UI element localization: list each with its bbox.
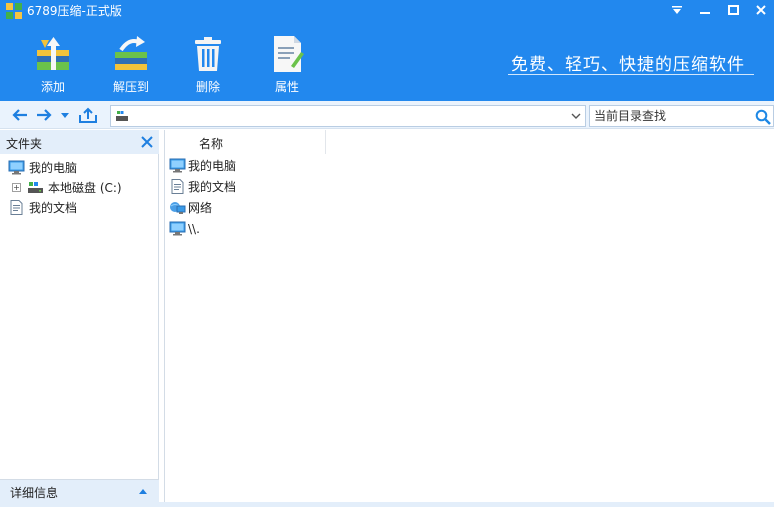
extract-to-button[interactable]: 解压到 (101, 34, 161, 96)
document-icon (171, 179, 184, 194)
search-box (589, 105, 774, 127)
maximize-icon (727, 5, 739, 15)
archive-extract-icon (115, 36, 147, 70)
address-toolbar (0, 101, 774, 129)
extract-to-label: 解压到 (112, 80, 149, 94)
up-folder-button[interactable] (78, 105, 98, 125)
status-strip (0, 502, 774, 507)
archive-add-icon (37, 37, 69, 70)
network-icon (170, 202, 186, 214)
column-name-label: 名称 (199, 137, 224, 151)
menu-dropdown-button[interactable] (663, 0, 691, 20)
trash-icon (195, 37, 221, 71)
tree-item-local-disk[interactable]: + 本地磁盘 (C:) (12, 178, 122, 196)
close-icon[interactable] (140, 135, 154, 149)
chevron-down-icon[interactable] (570, 110, 582, 122)
arrow-right-icon (37, 109, 52, 121)
properties-label: 属性 (274, 80, 299, 94)
properties-button[interactable]: 属性 (257, 34, 317, 96)
maximize-button[interactable] (719, 0, 747, 20)
tree-item-my-computer[interactable]: 我的电脑 (8, 158, 77, 176)
close-icon (756, 5, 766, 15)
list-item[interactable]: 我的文档 (169, 177, 369, 196)
list-item[interactable]: \\. (169, 219, 369, 238)
history-dropdown-button[interactable] (57, 105, 73, 125)
back-button[interactable] (10, 105, 30, 125)
drive-icon (28, 181, 43, 193)
folder-panel-title: 文件夹 (6, 137, 43, 151)
computer-icon (169, 221, 186, 236)
details-panel-bar[interactable]: 详细信息 (0, 479, 159, 502)
list-item[interactable]: 网络 (169, 198, 369, 217)
file-list: 名称 我的电脑 我的文档 网络 \\. (164, 130, 774, 502)
tree-item-label: 我的电脑 (29, 160, 78, 175)
computer-icon (169, 158, 186, 173)
delete-label: 删除 (195, 80, 220, 94)
forward-button[interactable] (34, 105, 54, 125)
computer-icon (8, 160, 25, 174)
document-icon (10, 199, 23, 215)
minimize-button[interactable] (691, 0, 719, 20)
app-logo-icon (6, 3, 22, 19)
add-button[interactable]: 添加 (23, 34, 83, 96)
folder-up-icon (79, 107, 97, 123)
search-icon[interactable] (755, 109, 771, 125)
close-button[interactable] (747, 0, 774, 20)
dropdown-icon (672, 6, 682, 14)
window-title: 6789压缩-正式版 (27, 4, 122, 18)
slogan-text: 免费、轻巧、快捷的压缩软件 (511, 55, 745, 75)
column-header-name[interactable]: 名称 (165, 130, 326, 154)
arrow-left-icon (12, 109, 27, 121)
list-item[interactable]: 我的电脑 (169, 156, 369, 175)
drive-icon (116, 111, 128, 121)
minimize-icon (700, 12, 710, 14)
search-input[interactable] (594, 108, 749, 124)
chevron-up-icon[interactable] (138, 487, 148, 495)
slogan-underline (508, 74, 754, 75)
tree-item-label: 我的文档 (29, 200, 78, 215)
list-item-label: 网络 (188, 201, 213, 215)
list-item-label: \\. (188, 221, 200, 236)
delete-button[interactable]: 删除 (178, 34, 238, 96)
expand-toggle[interactable]: + (12, 182, 21, 192)
chevron-down-icon (61, 113, 69, 118)
folder-panel-header: 文件夹 (0, 130, 159, 154)
tree-item-label: 本地磁盘 (C:) (48, 180, 122, 195)
address-field[interactable] (110, 105, 586, 127)
add-label: 添加 (40, 80, 65, 94)
list-item-label: 我的电脑 (188, 159, 237, 173)
tree-item-my-documents[interactable]: 我的文档 (8, 198, 77, 216)
app-header: 6789压缩-正式版 添加 解压到 删除 属性 免费、轻巧、快捷的压缩软件 (0, 0, 774, 101)
properties-document-icon (274, 36, 304, 72)
title-bar: 6789压缩-正式版 (0, 0, 774, 22)
details-label: 详细信息 (10, 486, 59, 500)
folder-panel: 文件夹 我的电脑 + 本地磁盘 (C:) 我的文档 (0, 130, 159, 502)
list-item-label: 我的文档 (188, 180, 237, 194)
